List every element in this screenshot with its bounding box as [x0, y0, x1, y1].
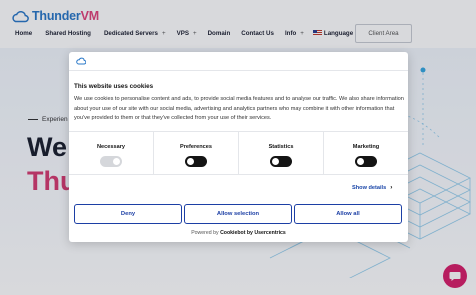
cookiebot-link[interactable]: Cookiebot by Usercentrics: [220, 230, 286, 236]
category-statistics: Statistics: [239, 132, 324, 174]
cookie-consent-dialog: This website uses cookies We use cookies…: [69, 52, 408, 242]
dialog-title: This website uses cookies: [74, 83, 154, 90]
chevron-right-icon: ›: [390, 184, 393, 191]
powered-prefix: Powered by: [191, 230, 219, 236]
category-necessary: Necessary: [69, 132, 154, 174]
powered-by: Powered by Cookiebot by Usercentrics: [69, 230, 408, 236]
deny-button[interactable]: Deny: [74, 204, 182, 224]
necessary-toggle: [100, 156, 122, 167]
category-label: Statistics: [268, 144, 294, 150]
preferences-toggle[interactable]: [185, 156, 207, 167]
category-label: Necessary: [97, 144, 125, 150]
dialog-description: We use cookies to personalise content an…: [74, 96, 404, 122]
show-details-link[interactable]: Show details ›: [352, 184, 392, 191]
cloud-logo-icon: [76, 57, 86, 65]
consent-categories: Necessary Preferences Statistics Marketi…: [69, 131, 408, 175]
category-label: Marketing: [352, 144, 380, 150]
category-marketing: Marketing: [324, 132, 408, 174]
category-preferences: Preferences: [154, 132, 239, 174]
allow-selection-button[interactable]: Allow selection: [184, 204, 292, 224]
category-label: Preferences: [179, 144, 213, 150]
dialog-header: [69, 52, 408, 71]
allow-all-button[interactable]: Allow all: [294, 204, 402, 224]
show-details-label: Show details: [352, 184, 387, 191]
statistics-toggle[interactable]: [270, 156, 292, 167]
marketing-toggle[interactable]: [355, 156, 377, 167]
